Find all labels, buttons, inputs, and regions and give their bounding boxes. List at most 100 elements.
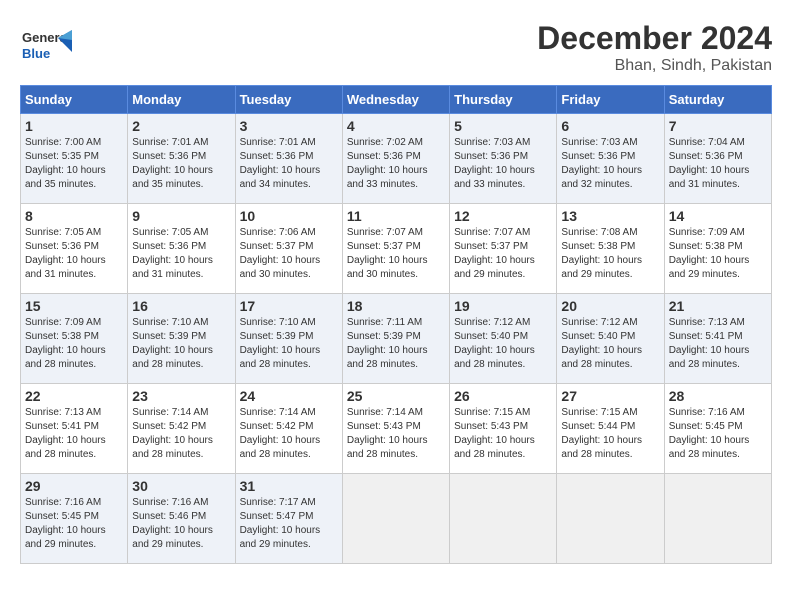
- day-info-5: Sunrise: 7:03 AM Sunset: 5:36 PM Dayligh…: [454, 136, 552, 192]
- calendar-week-1: 1 Sunrise: 7:00 AM Sunset: 5:35 PM Daylig…: [21, 114, 772, 204]
- day-info-21: Sunrise: 7:13 AM Sunset: 5:41 PM Dayligh…: [669, 316, 767, 372]
- day-number-25: 25: [347, 388, 445, 404]
- calendar-week-2: 8 Sunrise: 7:05 AM Sunset: 5:36 PM Daylig…: [21, 204, 772, 294]
- day-info-10: Sunrise: 7:06 AM Sunset: 5:37 PM Dayligh…: [240, 226, 338, 282]
- calendar-day-30: 30 Sunrise: 7:16 AM Sunset: 5:46 PM Dayli…: [128, 474, 235, 564]
- calendar-day-3: 3Sunrise: 7:01 AM Sunset: 5:36 PM Daylig…: [235, 114, 342, 204]
- calendar-day-21: 21 Sunrise: 7:13 AM Sunset: 5:41 PM Dayli…: [664, 294, 771, 384]
- day-info-6: Sunrise: 7:03 AM Sunset: 5:36 PM Dayligh…: [561, 136, 659, 192]
- calendar-day-20: 20 Sunrise: 7:12 AM Sunset: 5:40 PM Dayli…: [557, 294, 664, 384]
- day-number-1: 1: [25, 118, 123, 134]
- calendar-empty-cell: [664, 474, 771, 564]
- day-info-30: Sunrise: 7:16 AM Sunset: 5:46 PM Dayligh…: [132, 496, 230, 552]
- day-number-14: 14: [669, 208, 767, 224]
- calendar-day-5: 5 Sunrise: 7:03 AM Sunset: 5:36 PM Daylig…: [450, 114, 557, 204]
- day-info-31: Sunrise: 7:17 AM Sunset: 5:47 PM Dayligh…: [240, 496, 338, 552]
- calendar-day-28: 28 Sunrise: 7:16 AM Sunset: 5:45 PM Dayli…: [664, 384, 771, 474]
- calendar-day-18: 18 Sunrise: 7:11 AM Sunset: 5:39 PM Dayli…: [342, 294, 449, 384]
- day-number-12: 12: [454, 208, 552, 224]
- calendar-day-9: 9Sunrise: 7:05 AM Sunset: 5:36 PM Daylig…: [128, 204, 235, 294]
- page-title: December 2024: [537, 20, 772, 57]
- title-block: December 2024 Bhan, Sindh, Pakistan: [537, 20, 772, 75]
- day-number-18: 18: [347, 298, 445, 314]
- svg-text:Blue: Blue: [22, 46, 50, 61]
- calendar-week-4: 22 Sunrise: 7:13 AM Sunset: 5:41 PM Dayli…: [21, 384, 772, 474]
- weekday-header-sunday: Sunday: [21, 86, 128, 114]
- weekday-header-saturday: Saturday: [664, 86, 771, 114]
- day-info-4: Sunrise: 7:02 AM Sunset: 5:36 PM Dayligh…: [347, 136, 445, 192]
- day-info-22: Sunrise: 7:13 AM Sunset: 5:41 PM Dayligh…: [25, 406, 123, 462]
- day-number-10: 10: [240, 208, 338, 224]
- weekday-header-monday: Monday: [128, 86, 235, 114]
- day-number-11: 11: [347, 208, 445, 224]
- calendar-header: SundayMondayTuesdayWednesdayThursdayFrid…: [21, 86, 772, 114]
- weekday-header-thursday: Thursday: [450, 86, 557, 114]
- day-info-27: Sunrise: 7:15 AM Sunset: 5:44 PM Dayligh…: [561, 406, 659, 462]
- calendar-day-4: 4 Sunrise: 7:02 AM Sunset: 5:36 PM Daylig…: [342, 114, 449, 204]
- day-number-5: 5: [454, 118, 552, 134]
- day-number-21: 21: [669, 298, 767, 314]
- calendar-day-6: 6 Sunrise: 7:03 AM Sunset: 5:36 PM Daylig…: [557, 114, 664, 204]
- calendar-day-12: 12 Sunrise: 7:07 AM Sunset: 5:37 PM Dayli…: [450, 204, 557, 294]
- day-number-17: 17: [240, 298, 338, 314]
- weekday-header-tuesday: Tuesday: [235, 86, 342, 114]
- day-number-23: 23: [132, 388, 230, 404]
- day-number-30: 30: [132, 478, 230, 494]
- calendar-day-23: 23 Sunrise: 7:14 AM Sunset: 5:42 PM Dayli…: [128, 384, 235, 474]
- day-number-4: 4: [347, 118, 445, 134]
- day-info-24: Sunrise: 7:14 AM Sunset: 5:42 PM Dayligh…: [240, 406, 338, 462]
- calendar-day-24: 24 Sunrise: 7:14 AM Sunset: 5:42 PM Dayli…: [235, 384, 342, 474]
- calendar-day-15: 15 Sunrise: 7:09 AM Sunset: 5:38 PM Dayli…: [21, 294, 128, 384]
- calendar-day-2: 2Sunrise: 7:01 AM Sunset: 5:36 PM Daylig…: [128, 114, 235, 204]
- day-info-1: Sunrise: 7:00 AM Sunset: 5:35 PM Dayligh…: [25, 136, 123, 192]
- day-number-19: 19: [454, 298, 552, 314]
- calendar-table: SundayMondayTuesdayWednesdayThursdayFrid…: [20, 85, 772, 564]
- day-number-16: 16: [132, 298, 230, 314]
- day-info-12: Sunrise: 7:07 AM Sunset: 5:37 PM Dayligh…: [454, 226, 552, 282]
- day-info-18: Sunrise: 7:11 AM Sunset: 5:39 PM Dayligh…: [347, 316, 445, 372]
- day-info-25: Sunrise: 7:14 AM Sunset: 5:43 PM Dayligh…: [347, 406, 445, 462]
- calendar-day-17: 17Sunrise: 7:10 AM Sunset: 5:39 PM Dayli…: [235, 294, 342, 384]
- weekday-header-row: SundayMondayTuesdayWednesdayThursdayFrid…: [21, 86, 772, 114]
- day-number-26: 26: [454, 388, 552, 404]
- day-number-20: 20: [561, 298, 659, 314]
- day-number-13: 13: [561, 208, 659, 224]
- calendar-day-13: 13Sunrise: 7:08 AM Sunset: 5:38 PM Dayli…: [557, 204, 664, 294]
- calendar-day-8: 8Sunrise: 7:05 AM Sunset: 5:36 PM Daylig…: [21, 204, 128, 294]
- day-info-11: Sunrise: 7:07 AM Sunset: 5:37 PM Dayligh…: [347, 226, 445, 282]
- calendar-day-7: 7Sunrise: 7:04 AM Sunset: 5:36 PM Daylig…: [664, 114, 771, 204]
- calendar-day-26: 26 Sunrise: 7:15 AM Sunset: 5:43 PM Dayli…: [450, 384, 557, 474]
- day-number-22: 22: [25, 388, 123, 404]
- day-info-9: Sunrise: 7:05 AM Sunset: 5:36 PM Dayligh…: [132, 226, 230, 282]
- calendar-day-10: 10 Sunrise: 7:06 AM Sunset: 5:37 PM Dayli…: [235, 204, 342, 294]
- day-number-28: 28: [669, 388, 767, 404]
- weekday-header-wednesday: Wednesday: [342, 86, 449, 114]
- calendar-day-22: 22 Sunrise: 7:13 AM Sunset: 5:41 PM Dayli…: [21, 384, 128, 474]
- logo: General Blue: [20, 20, 75, 75]
- day-number-2: 2: [132, 118, 230, 134]
- day-info-26: Sunrise: 7:15 AM Sunset: 5:43 PM Dayligh…: [454, 406, 552, 462]
- day-info-15: Sunrise: 7:09 AM Sunset: 5:38 PM Dayligh…: [25, 316, 123, 372]
- day-info-23: Sunrise: 7:14 AM Sunset: 5:42 PM Dayligh…: [132, 406, 230, 462]
- day-number-29: 29: [25, 478, 123, 494]
- calendar-day-16: 16Sunrise: 7:10 AM Sunset: 5:39 PM Dayli…: [128, 294, 235, 384]
- day-number-15: 15: [25, 298, 123, 314]
- calendar-day-31: 31 Sunrise: 7:17 AM Sunset: 5:47 PM Dayli…: [235, 474, 342, 564]
- day-number-27: 27: [561, 388, 659, 404]
- day-number-6: 6: [561, 118, 659, 134]
- day-number-31: 31: [240, 478, 338, 494]
- calendar-body: 1 Sunrise: 7:00 AM Sunset: 5:35 PM Daylig…: [21, 114, 772, 564]
- day-info-3: Sunrise: 7:01 AM Sunset: 5:36 PM Dayligh…: [240, 136, 338, 192]
- calendar-day-27: 27 Sunrise: 7:15 AM Sunset: 5:44 PM Dayli…: [557, 384, 664, 474]
- calendar-week-3: 15 Sunrise: 7:09 AM Sunset: 5:38 PM Dayli…: [21, 294, 772, 384]
- calendar-empty-cell: [342, 474, 449, 564]
- calendar-empty-cell: [557, 474, 664, 564]
- calendar-day-19: 19Sunrise: 7:12 AM Sunset: 5:40 PM Dayli…: [450, 294, 557, 384]
- day-info-28: Sunrise: 7:16 AM Sunset: 5:45 PM Dayligh…: [669, 406, 767, 462]
- calendar-day-11: 11 Sunrise: 7:07 AM Sunset: 5:37 PM Dayli…: [342, 204, 449, 294]
- day-number-24: 24: [240, 388, 338, 404]
- calendar-day-14: 14Sunrise: 7:09 AM Sunset: 5:38 PM Dayli…: [664, 204, 771, 294]
- day-number-8: 8: [25, 208, 123, 224]
- calendar-day-1: 1 Sunrise: 7:00 AM Sunset: 5:35 PM Daylig…: [21, 114, 128, 204]
- day-info-20: Sunrise: 7:12 AM Sunset: 5:40 PM Dayligh…: [561, 316, 659, 372]
